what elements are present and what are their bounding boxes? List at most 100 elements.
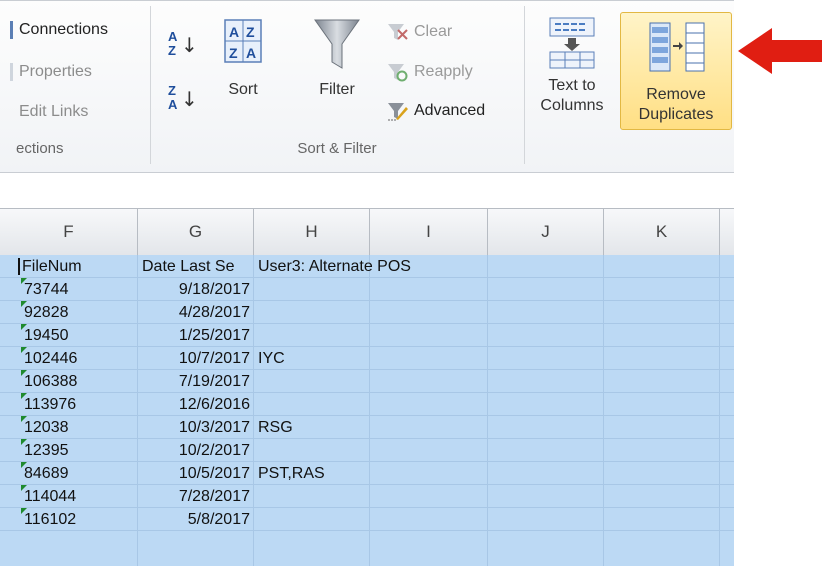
cell-filenum[interactable]: 73744 [24, 278, 69, 300]
connections-icon [10, 20, 13, 39]
table-row: 116102 5/8/2017 [0, 508, 734, 531]
cell-filenum[interactable]: 84689 [24, 462, 69, 484]
sort-dialog-icon: A Z Z A [224, 19, 262, 63]
cell-alternate-pos[interactable]: PST,RAS [258, 462, 325, 484]
cell-date-last-seen[interactable]: 5/8/2017 [138, 508, 250, 530]
sort-z-to-a-button[interactable]: Z A ↓ [166, 80, 206, 114]
cell-alternate-pos[interactable]: RSG [258, 416, 293, 438]
svg-text:A: A [168, 97, 178, 112]
remove-duplicates-button[interactable]: Remove Duplicates [620, 12, 732, 130]
column-header-i[interactable]: I [370, 209, 488, 255]
column-header-j[interactable]: J [488, 209, 604, 255]
text-to-columns-button[interactable]: Text to Columns [530, 12, 614, 116]
cell-date-last-seen[interactable]: 10/7/2017 [138, 347, 250, 369]
cell-filenum[interactable]: 12395 [24, 439, 69, 461]
cell-filenum[interactable]: FileNum [22, 255, 82, 277]
number-stored-as-text-indicator[interactable] [21, 324, 27, 330]
cell-date-last-seen[interactable]: 1/25/2017 [138, 324, 250, 346]
remove-duplicates-label-line2: Duplicates [638, 106, 714, 123]
cell-alternate-pos[interactable]: IYC [258, 347, 285, 369]
red-arrow-icon [738, 28, 822, 74]
remove-duplicates-icon [649, 22, 705, 72]
number-stored-as-text-indicator[interactable] [21, 462, 27, 468]
number-stored-as-text-indicator[interactable] [21, 485, 27, 491]
cell-filenum[interactable]: 116102 [24, 508, 76, 530]
table-row: 84689 10/5/2017 PST,RAS [0, 462, 734, 485]
cell-filenum[interactable]: 19450 [24, 324, 69, 346]
cell-date-last-seen[interactable]: 7/19/2017 [138, 370, 250, 392]
number-stored-as-text-indicator[interactable] [21, 301, 27, 307]
clear-label: Clear [414, 23, 453, 40]
table-row: 12395 10/2/2017 [0, 439, 734, 462]
advanced-filter-button[interactable]: Advanced [386, 99, 485, 123]
reapply-label: Reapply [414, 63, 473, 80]
number-stored-as-text-indicator[interactable] [21, 370, 27, 376]
cell-alternate-pos[interactable]: User3: Alternate POS [258, 255, 411, 277]
cell-date-last-seen[interactable]: Date Last Se [142, 255, 235, 277]
number-stored-as-text-indicator[interactable] [21, 393, 27, 399]
connections-label: Connections [19, 21, 108, 38]
svg-text:Z: Z [168, 43, 176, 58]
cell-filenum[interactable]: 92828 [24, 301, 69, 323]
column-header-row: F G H I J K [0, 208, 734, 256]
cell-date-last-seen[interactable]: 7/28/2017 [138, 485, 250, 507]
properties-button[interactable]: Properties [10, 60, 92, 84]
clipped-text-fragment [18, 258, 20, 275]
filter-button[interactable]: Filter [300, 16, 374, 100]
cell-date-last-seen[interactable]: 10/5/2017 [138, 462, 250, 484]
cell-filenum[interactable]: 102446 [24, 347, 77, 369]
svg-text:↓: ↓ [181, 33, 198, 57]
svg-text:Z: Z [246, 24, 255, 40]
table-row: 102446 10/7/2017 IYC [0, 347, 734, 370]
number-stored-as-text-indicator[interactable] [21, 508, 27, 514]
clear-filter-button[interactable]: Clear [386, 20, 452, 44]
number-stored-as-text-indicator[interactable] [21, 416, 27, 422]
sort-label: Sort [228, 81, 258, 98]
column-header-h[interactable]: H [254, 209, 370, 255]
edit-links-icon [10, 103, 13, 121]
column-header-k[interactable]: K [604, 209, 720, 255]
sort-z-to-a-icon: Z A ↓ [168, 83, 198, 112]
ribbon: Connections Properties Edit Links ection… [0, 0, 734, 173]
svg-text:Z: Z [229, 45, 238, 61]
group-separator [524, 6, 525, 164]
column-header-g[interactable]: G [138, 209, 254, 255]
advanced-label: Advanced [414, 102, 486, 119]
connections-group-label: ections [16, 140, 64, 157]
table-row: 114044 7/28/2017 [0, 485, 734, 508]
table-row: 113976 12/6/2016 [0, 393, 734, 416]
connections-button[interactable]: Connections [10, 18, 108, 42]
column-header-f[interactable]: F [0, 209, 138, 255]
svg-text:A: A [246, 45, 256, 61]
cell-date-last-seen[interactable]: 4/28/2017 [138, 301, 250, 323]
svg-text:↓: ↓ [181, 87, 198, 111]
cell-filenum[interactable]: 106388 [24, 370, 77, 392]
cell-date-last-seen[interactable]: 9/18/2017 [138, 278, 250, 300]
cell-date-last-seen[interactable]: 12/6/2016 [138, 393, 250, 415]
cell-filenum[interactable]: 113976 [24, 393, 76, 415]
sort-a-to-z-button[interactable]: A Z ↓ [166, 26, 206, 60]
cell-date-last-seen[interactable]: 10/3/2017 [138, 416, 250, 438]
filter-label: Filter [319, 81, 355, 98]
table-row: 12038 10/3/2017 RSG [0, 416, 734, 439]
spreadsheet-grid: F G H I J K FileNum Date Last Se User3: Al… [0, 208, 734, 566]
sort-button[interactable]: A Z Z A Sort [212, 16, 274, 100]
remove-duplicates-label-line1: Remove [646, 86, 706, 103]
table-row: 106388 7/19/2017 [0, 370, 734, 393]
edit-links-button[interactable]: Edit Links [10, 100, 88, 124]
svg-text:A: A [229, 24, 239, 40]
ribbon-top-border [0, 0, 734, 1]
clear-filter-icon [388, 23, 408, 40]
table-row: 92828 4/28/2017 [0, 301, 734, 324]
cell-date-last-seen[interactable]: 10/2/2017 [138, 439, 250, 461]
reapply-button[interactable]: Reapply [386, 60, 473, 84]
properties-label: Properties [19, 63, 92, 80]
number-stored-as-text-indicator[interactable] [21, 278, 27, 284]
cell-filenum[interactable]: 12038 [24, 416, 69, 438]
number-stored-as-text-indicator[interactable] [21, 347, 27, 353]
table-row: FileNum Date Last Se User3: Alternate POS [0, 255, 734, 278]
selected-cell-range[interactable]: FileNum Date Last Se User3: Alternate POS 7… [0, 255, 734, 566]
cell-filenum[interactable]: 114044 [24, 485, 76, 507]
text-to-columns-icon [549, 17, 595, 69]
number-stored-as-text-indicator[interactable] [21, 439, 27, 445]
